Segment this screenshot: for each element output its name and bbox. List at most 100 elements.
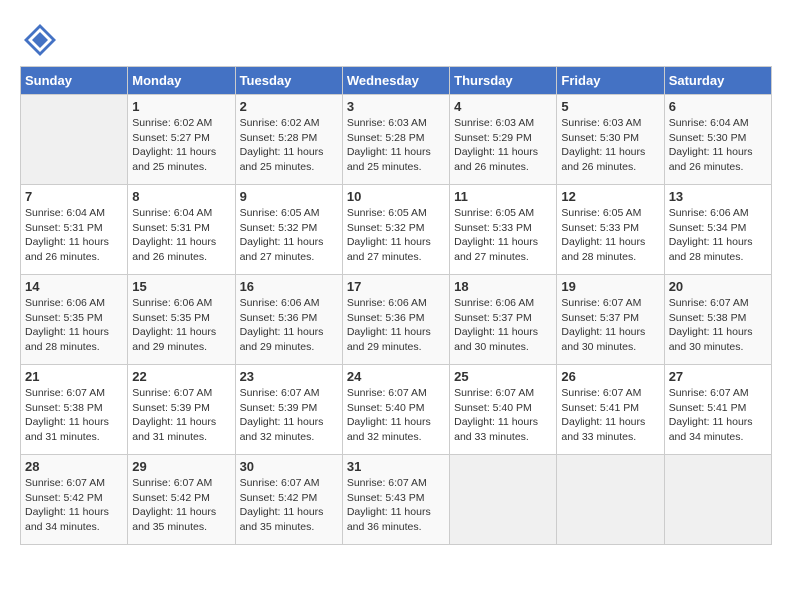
- day-info: Sunrise: 6:02 AM Sunset: 5:28 PM Dayligh…: [240, 116, 338, 175]
- day-info: Sunrise: 6:06 AM Sunset: 5:35 PM Dayligh…: [132, 296, 230, 355]
- day-info: Sunrise: 6:06 AM Sunset: 5:34 PM Dayligh…: [669, 206, 767, 265]
- day-number: 7: [25, 189, 123, 204]
- calendar-cell: 2 Sunrise: 6:02 AM Sunset: 5:28 PM Daylig…: [235, 95, 342, 185]
- calendar-cell: 15 Sunrise: 6:06 AM Sunset: 5:35 PM Dayli…: [128, 275, 235, 365]
- day-info: Sunrise: 6:07 AM Sunset: 5:39 PM Dayligh…: [240, 386, 338, 445]
- day-number: 27: [669, 369, 767, 384]
- day-info: Sunrise: 6:07 AM Sunset: 5:43 PM Dayligh…: [347, 476, 445, 535]
- day-info: Sunrise: 6:05 AM Sunset: 5:32 PM Dayligh…: [240, 206, 338, 265]
- calendar-cell: [21, 95, 128, 185]
- day-number: 14: [25, 279, 123, 294]
- calendar-cell: 28 Sunrise: 6:07 AM Sunset: 5:42 PM Dayli…: [21, 455, 128, 545]
- calendar-cell: 22 Sunrise: 6:07 AM Sunset: 5:39 PM Dayli…: [128, 365, 235, 455]
- day-info: Sunrise: 6:07 AM Sunset: 5:42 PM Dayligh…: [132, 476, 230, 535]
- day-number: 2: [240, 99, 338, 114]
- day-info: Sunrise: 6:04 AM Sunset: 5:31 PM Dayligh…: [132, 206, 230, 265]
- calendar-cell: 4 Sunrise: 6:03 AM Sunset: 5:29 PM Daylig…: [450, 95, 557, 185]
- day-info: Sunrise: 6:06 AM Sunset: 5:36 PM Dayligh…: [240, 296, 338, 355]
- calendar-cell: 30 Sunrise: 6:07 AM Sunset: 5:42 PM Dayli…: [235, 455, 342, 545]
- day-number: 30: [240, 459, 338, 474]
- calendar-cell: 18Sunrise: 6:06 AM Sunset: 5:37 PM Dayli…: [450, 275, 557, 365]
- day-number: 11: [454, 189, 552, 204]
- day-number: 8: [132, 189, 230, 204]
- day-info: Sunrise: 6:07 AM Sunset: 5:42 PM Dayligh…: [240, 476, 338, 535]
- calendar-cell: 1 Sunrise: 6:02 AM Sunset: 5:27 PM Daylig…: [128, 95, 235, 185]
- calendar-cell: 9 Sunrise: 6:05 AM Sunset: 5:32 PM Daylig…: [235, 185, 342, 275]
- day-number: 16: [240, 279, 338, 294]
- column-header-tuesday: Tuesday: [235, 67, 342, 95]
- day-number: 15: [132, 279, 230, 294]
- calendar-cell: 20 Sunrise: 6:07 AM Sunset: 5:38 PM Dayli…: [664, 275, 771, 365]
- calendar-table: SundayMondayTuesdayWednesdayThursdayFrid…: [20, 66, 772, 545]
- calendar-cell: 11 Sunrise: 6:05 AM Sunset: 5:33 PM Dayli…: [450, 185, 557, 275]
- day-number: 29: [132, 459, 230, 474]
- day-number: 3: [347, 99, 445, 114]
- calendar-cell: 17Sunrise: 6:06 AM Sunset: 5:36 PM Dayli…: [342, 275, 449, 365]
- day-info: Sunrise: 6:07 AM Sunset: 5:41 PM Dayligh…: [561, 386, 659, 445]
- day-info: Sunrise: 6:07 AM Sunset: 5:38 PM Dayligh…: [669, 296, 767, 355]
- column-header-wednesday: Wednesday: [342, 67, 449, 95]
- day-number: 9: [240, 189, 338, 204]
- day-info: Sunrise: 6:07 AM Sunset: 5:40 PM Dayligh…: [347, 386, 445, 445]
- day-number: 17: [347, 279, 445, 294]
- day-number: 23: [240, 369, 338, 384]
- calendar-cell: 23 Sunrise: 6:07 AM Sunset: 5:39 PM Dayli…: [235, 365, 342, 455]
- day-number: 20: [669, 279, 767, 294]
- logo: [20, 20, 60, 56]
- day-info: Sunrise: 6:07 AM Sunset: 5:42 PM Dayligh…: [25, 476, 123, 535]
- day-info: Sunrise: 6:02 AM Sunset: 5:27 PM Dayligh…: [132, 116, 230, 175]
- day-number: 1: [132, 99, 230, 114]
- day-info: Sunrise: 6:07 AM Sunset: 5:38 PM Dayligh…: [25, 386, 123, 445]
- calendar-cell: 5 Sunrise: 6:03 AM Sunset: 5:30 PM Daylig…: [557, 95, 664, 185]
- day-number: 6: [669, 99, 767, 114]
- day-info: Sunrise: 6:07 AM Sunset: 5:41 PM Dayligh…: [669, 386, 767, 445]
- day-info: Sunrise: 6:03 AM Sunset: 5:30 PM Dayligh…: [561, 116, 659, 175]
- day-number: 31: [347, 459, 445, 474]
- day-info: Sunrise: 6:06 AM Sunset: 5:37 PM Dayligh…: [454, 296, 552, 355]
- calendar-cell: 27 Sunrise: 6:07 AM Sunset: 5:41 PM Dayli…: [664, 365, 771, 455]
- logo-icon: [20, 20, 56, 56]
- column-header-monday: Monday: [128, 67, 235, 95]
- day-info: Sunrise: 6:04 AM Sunset: 5:31 PM Dayligh…: [25, 206, 123, 265]
- day-info: Sunrise: 6:05 AM Sunset: 5:32 PM Dayligh…: [347, 206, 445, 265]
- calendar-cell: 31 Sunrise: 6:07 AM Sunset: 5:43 PM Dayli…: [342, 455, 449, 545]
- calendar-cell: 3 Sunrise: 6:03 AM Sunset: 5:28 PM Daylig…: [342, 95, 449, 185]
- day-number: 5: [561, 99, 659, 114]
- calendar-cell: 8 Sunrise: 6:04 AM Sunset: 5:31 PM Daylig…: [128, 185, 235, 275]
- calendar-cell: 12 Sunrise: 6:05 AM Sunset: 5:33 PM Dayli…: [557, 185, 664, 275]
- day-number: 21: [25, 369, 123, 384]
- day-info: Sunrise: 6:03 AM Sunset: 5:29 PM Dayligh…: [454, 116, 552, 175]
- calendar-cell: 24Sunrise: 6:07 AM Sunset: 5:40 PM Dayli…: [342, 365, 449, 455]
- calendar-cell: 29 Sunrise: 6:07 AM Sunset: 5:42 PM Dayli…: [128, 455, 235, 545]
- day-number: 13: [669, 189, 767, 204]
- calendar-week-row: 28 Sunrise: 6:07 AM Sunset: 5:42 PM Dayli…: [21, 455, 772, 545]
- day-number: 12: [561, 189, 659, 204]
- day-number: 10: [347, 189, 445, 204]
- column-header-friday: Friday: [557, 67, 664, 95]
- calendar-cell: 13 Sunrise: 6:06 AM Sunset: 5:34 PM Dayli…: [664, 185, 771, 275]
- calendar-cell: 16 Sunrise: 6:06 AM Sunset: 5:36 PM Dayli…: [235, 275, 342, 365]
- calendar-week-row: 1 Sunrise: 6:02 AM Sunset: 5:27 PM Daylig…: [21, 95, 772, 185]
- day-info: Sunrise: 6:06 AM Sunset: 5:35 PM Dayligh…: [25, 296, 123, 355]
- day-number: 28: [25, 459, 123, 474]
- day-info: Sunrise: 6:03 AM Sunset: 5:28 PM Dayligh…: [347, 116, 445, 175]
- day-info: Sunrise: 6:07 AM Sunset: 5:40 PM Dayligh…: [454, 386, 552, 445]
- calendar-cell: 21 Sunrise: 6:07 AM Sunset: 5:38 PM Dayli…: [21, 365, 128, 455]
- calendar-cell: [664, 455, 771, 545]
- calendar-cell: 6 Sunrise: 6:04 AM Sunset: 5:30 PM Daylig…: [664, 95, 771, 185]
- day-info: Sunrise: 6:05 AM Sunset: 5:33 PM Dayligh…: [561, 206, 659, 265]
- calendar-cell: 26Sunrise: 6:07 AM Sunset: 5:41 PM Dayli…: [557, 365, 664, 455]
- calendar-cell: [557, 455, 664, 545]
- calendar-cell: [450, 455, 557, 545]
- day-number: 22: [132, 369, 230, 384]
- day-number: 4: [454, 99, 552, 114]
- day-number: 19: [561, 279, 659, 294]
- calendar-cell: 25Sunrise: 6:07 AM Sunset: 5:40 PM Dayli…: [450, 365, 557, 455]
- calendar-cell: 7 Sunrise: 6:04 AM Sunset: 5:31 PM Daylig…: [21, 185, 128, 275]
- day-info: Sunrise: 6:05 AM Sunset: 5:33 PM Dayligh…: [454, 206, 552, 265]
- day-info: Sunrise: 6:04 AM Sunset: 5:30 PM Dayligh…: [669, 116, 767, 175]
- calendar-week-row: 21 Sunrise: 6:07 AM Sunset: 5:38 PM Dayli…: [21, 365, 772, 455]
- day-info: Sunrise: 6:07 AM Sunset: 5:39 PM Dayligh…: [132, 386, 230, 445]
- page-header: [20, 20, 772, 56]
- calendar-week-row: 7 Sunrise: 6:04 AM Sunset: 5:31 PM Daylig…: [21, 185, 772, 275]
